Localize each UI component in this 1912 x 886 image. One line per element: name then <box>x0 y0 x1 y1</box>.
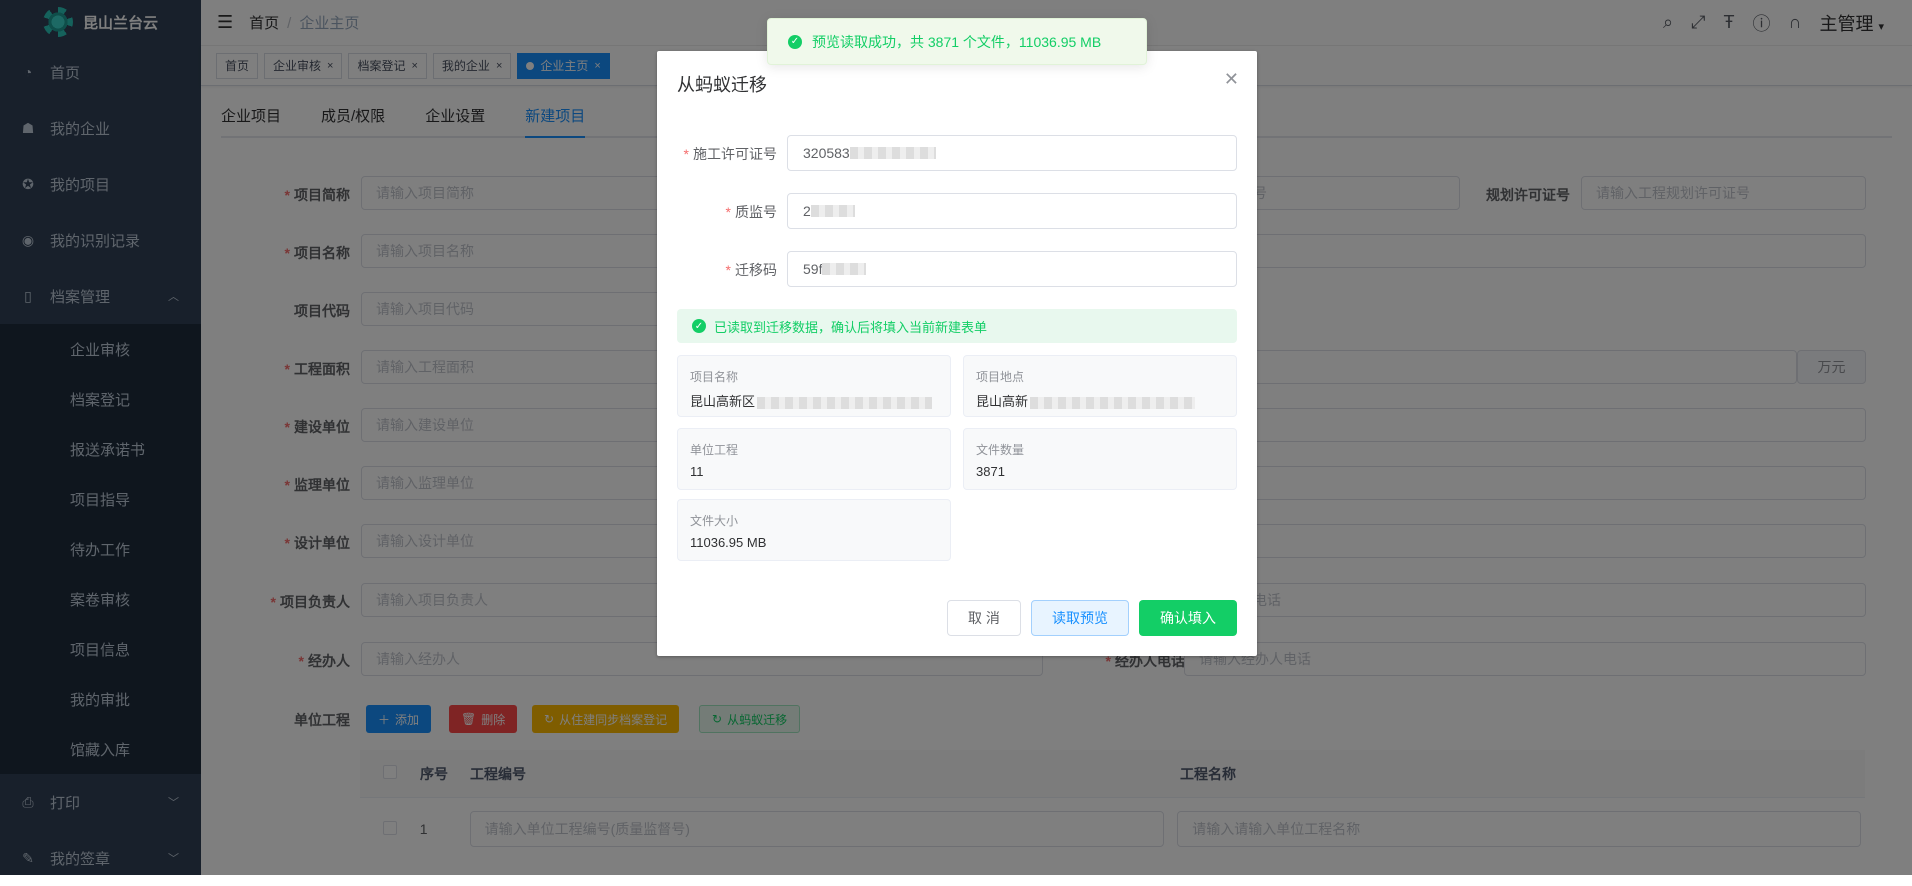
quality-number-input[interactable]: 2 <box>787 193 1237 229</box>
card-key: 单位工程 <box>690 443 739 457</box>
label-quality-number: * 质监号 <box>725 204 777 220</box>
info-card-file-count: 文件数量 3871 <box>963 428 1237 490</box>
dialog-title: 从蚂蚁迁移 <box>677 75 767 95</box>
card-value: 11036.95 MB <box>690 535 767 550</box>
redacted-text <box>822 263 867 275</box>
permit-number-input[interactable]: 320583 <box>787 135 1237 171</box>
card-value: 昆山高新区 <box>690 391 938 410</box>
alert-text: 已读取到迁移数据，确认后将填入当前新建表单 <box>714 319 988 335</box>
success-alert: ✓ 已读取到迁移数据，确认后将填入当前新建表单 <box>677 309 1237 343</box>
card-key: 文件大小 <box>690 514 739 528</box>
label-migration-code: * 迁移码 <box>725 262 777 278</box>
permit-number-value: 320583 <box>803 145 850 161</box>
card-value: 昆山高新 <box>976 391 1224 410</box>
migration-code-value: 59f <box>803 261 823 277</box>
success-toast: ✓ 预览读取成功，共 3871 个文件，11036.95 MB <box>767 18 1147 65</box>
quality-number-value: 2 <box>803 203 811 219</box>
toast-text: 预览读取成功，共 3871 个文件，11036.95 MB <box>812 33 1102 50</box>
card-value: 11 <box>690 464 704 479</box>
migration-code-input[interactable]: 59f <box>787 251 1237 287</box>
redacted-text <box>810 205 855 217</box>
check-circle-icon: ✓ <box>692 319 706 333</box>
info-card-units: 单位工程 11 <box>677 428 951 490</box>
cancel-button[interactable]: 取 消 <box>947 600 1021 636</box>
redacted-text <box>849 147 936 159</box>
label-permit-number: * 施工许可证号 <box>683 146 777 162</box>
info-card-file-size: 文件大小 11036.95 MB <box>677 499 951 561</box>
card-value: 3871 <box>976 464 1005 479</box>
info-card-project-location: 项目地点 昆山高新 <box>963 355 1237 417</box>
check-circle-icon: ✓ <box>788 34 802 49</box>
confirm-fill-button[interactable]: 确认填入 <box>1139 600 1237 636</box>
info-card-project-name: 项目名称 昆山高新区 <box>677 355 951 417</box>
card-key: 项目地点 <box>976 370 1025 384</box>
migrate-dialog: 从蚂蚁迁移 ✕ * 施工许可证号 320583 * 质监号 2 * 迁移码 59f ✓… <box>657 51 1257 656</box>
card-key: 项目名称 <box>690 370 739 384</box>
read-preview-button[interactable]: 读取预览 <box>1031 600 1129 636</box>
card-key: 文件数量 <box>976 443 1025 457</box>
close-icon[interactable]: ✕ <box>1224 69 1239 90</box>
